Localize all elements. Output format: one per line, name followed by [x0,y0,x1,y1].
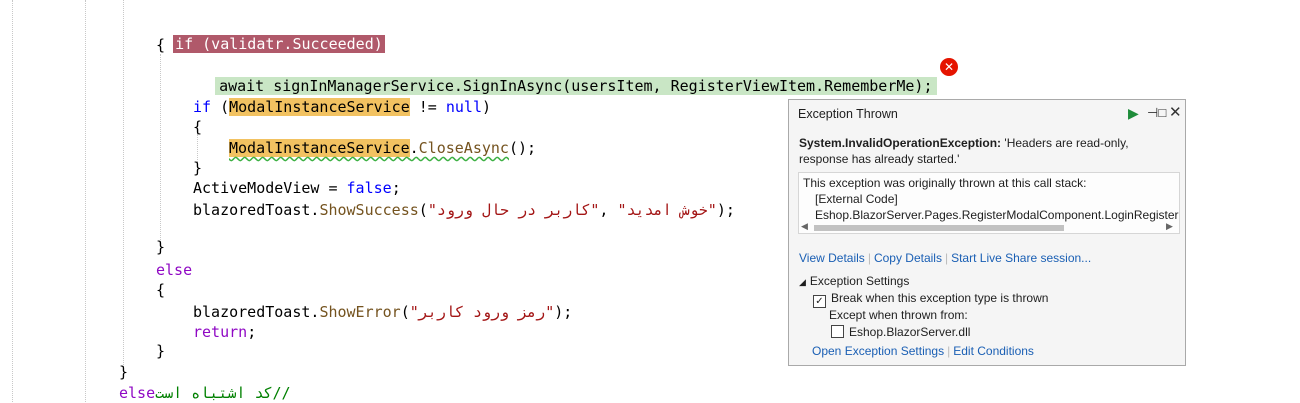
call-stack-frame: Eshop.BlazorServer.Pages.RegisterModalCo… [815,208,1180,222]
error-icon[interactable]: ✕ [940,58,958,76]
pin-icon[interactable]: ⊣□ [1147,105,1166,121]
code-token: . [409,139,419,157]
settings-links: Open Exception Settings | Edit Conditions [812,344,1034,358]
call-stack-frame: [External Code] [815,192,898,206]
dll-checkbox[interactable] [831,325,844,338]
string-literal: "کاربر در حال ورود" [427,201,600,219]
string-literal: "رمز ورود کاربر" [409,303,555,321]
code-token: ActiveModeView = [193,179,347,197]
copy-details-link[interactable]: Copy Details [874,251,942,265]
code-line-show-success[interactable]: blazoredToast.ShowSuccess("کاربر در حال … [193,200,735,220]
reference-highlight: ModalInstanceService [229,139,410,157]
code-line-active-mode[interactable]: ActiveModeView = false; [193,178,401,198]
code-line-close-async[interactable]: ModalInstanceService.CloseAsync(); [229,138,536,158]
code-brace: } [119,363,129,381]
breakpoint-highlight: if (validatr.Succeeded) [173,35,385,53]
code-token: ( [400,303,410,321]
live-share-link[interactable]: Start Live Share session... [951,251,1091,265]
indent-guide [85,0,86,402]
call-stack-header: This exception was originally thrown at … [803,176,1087,190]
keyword-null: null [445,98,482,116]
keyword-false: false [346,179,392,197]
keyword-if: if [193,98,212,116]
code-token: ; [391,179,401,197]
method-name: CloseAsync [418,139,509,157]
code-line-if-succeeded[interactable]: if (validatr.Succeeded) [155,14,385,53]
exception-settings-header[interactable]: ◢ Exception Settings [799,274,909,288]
scrollbar-thumb[interactable] [814,225,1064,231]
link-separator: | [947,344,951,358]
edit-conditions-link[interactable]: Edit Conditions [953,344,1034,358]
keyword-else: else [119,384,156,402]
code-token: blazoredToast [193,303,311,321]
exception-settings-label: Exception Settings [809,274,910,288]
code-token: ) [482,98,492,116]
exception-type: System.InvalidOperationException: [799,136,1002,150]
code-line-await[interactable]: await signInManagerService.SignInAsync(u… [197,56,937,95]
code-token: ); [554,303,573,321]
horizontal-scrollbar[interactable]: ◀ ▶ [798,221,1180,234]
string-literal: "خوش امدید" [617,201,717,219]
open-exception-settings-link[interactable]: Open Exception Settings [812,344,944,358]
dll-label: Eshop.BlazorServer.dll [849,325,971,339]
indent-guide [123,0,124,365]
code-line-final-else[interactable]: else//کد اشتباه است [119,383,291,403]
exception-message: System.InvalidOperationException: 'Heade… [799,135,1169,167]
code-token: , [599,201,618,219]
code-token: ( [211,98,230,116]
code-token: ( [418,201,428,219]
code-brace: } [193,159,203,177]
dll-option[interactable]: Eshop.BlazorServer.dll [831,325,970,339]
break-label: Break when this exception type is thrown [831,291,1049,305]
code-brace: { [193,118,203,136]
scroll-left-icon[interactable]: ◀ [801,221,808,232]
expander-icon[interactable]: ◢ [799,277,806,287]
method-name: ShowSuccess [319,201,419,219]
except-when-label: Except when thrown from: [829,308,968,322]
code-token: ); [716,201,735,219]
code-token: (); [508,139,537,157]
popup-title: Exception Thrown [798,107,898,121]
keyword-return: return [193,323,248,341]
code-brace: { [156,36,166,54]
code-brace: } [156,342,166,360]
indent-guide [160,54,161,240]
break-when-thrown-option[interactable]: ✓ Break when this exception type is throw… [813,291,1048,308]
close-icon[interactable]: ✕ [1169,105,1182,121]
popup-links: View Details | Copy Details | Start Live Sha… [799,251,1091,265]
code-brace: { [156,281,166,299]
break-checkbox[interactable]: ✓ [813,295,826,308]
code-line-if-modal[interactable]: if (ModalInstanceService != null) [193,97,491,117]
code-token: blazoredToast [193,201,311,219]
code-line-return[interactable]: return; [193,322,256,342]
indent-guide [12,0,13,402]
keyword-else[interactable]: else [156,260,192,280]
link-separator: | [867,251,871,265]
code-line-show-error[interactable]: blazoredToast.ShowError("رمز ورود کاربر"… [193,302,572,322]
code-brace: } [156,238,166,256]
link-separator: | [944,251,949,265]
code-comment: //کد اشتباه است [155,384,291,402]
view-details-link[interactable]: View Details [799,251,865,265]
exception-popup[interactable]: Exception Thrown ▶ ⊣□ ✕ System.InvalidOp… [788,99,1186,366]
method-name: ShowError [319,303,401,321]
code-token: != [409,98,446,116]
reference-highlight: ModalInstanceService [229,98,410,116]
code-token: ; [247,323,257,341]
current-statement-highlight: await signInManagerService.SignInAsync(u… [215,77,937,95]
scroll-right-icon[interactable]: ▶ [1166,221,1173,232]
continue-icon[interactable]: ▶ [1128,105,1139,121]
